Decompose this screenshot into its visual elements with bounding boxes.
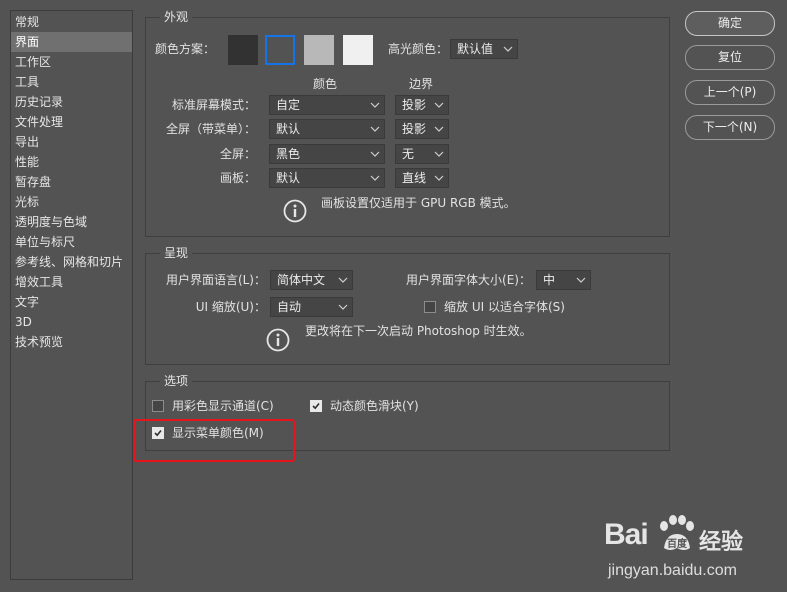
- appearance-row-label: 全屏：: [219, 147, 256, 161]
- highlight-color-label: 高光颜色：: [388, 42, 449, 56]
- chevron-down-icon: [576, 277, 586, 283]
- chevron-down-icon: [370, 126, 380, 132]
- row-color-value: 自定: [276, 98, 301, 112]
- sidebar-item[interactable]: 工作区: [15, 52, 51, 72]
- annotation-highlight-box: [133, 419, 295, 462]
- color-scheme-swatch-medium[interactable]: [304, 35, 334, 65]
- row-border-dropdown[interactable]: 投影: [395, 119, 449, 139]
- next-button[interactable]: 下一个(N): [685, 115, 775, 140]
- color-channels-checkbox[interactable]: [152, 400, 164, 412]
- chevron-down-icon: [370, 175, 380, 181]
- sidebar-item[interactable]: 历史记录: [15, 92, 63, 112]
- ui-language-label: 用户界面语言(L)：: [165, 273, 266, 287]
- chevron-down-icon: [370, 102, 380, 108]
- appearance-row-label: 画板：: [219, 171, 256, 185]
- ui-font-size-value: 中: [543, 273, 556, 287]
- chevron-down-icon: [338, 304, 348, 310]
- appearance-title: 外观: [160, 10, 193, 24]
- dynamic-sliders-checkbox[interactable]: [310, 400, 322, 412]
- sidebar-item[interactable]: 导出: [15, 132, 39, 152]
- row-border-value: 投影: [402, 122, 427, 136]
- row-color-value: 黑色: [276, 147, 301, 161]
- sidebar: 常规 界面 工作区 工具 历史记录 文件处理 导出 性能 暂存盘 光标 透明度与色域 单位与标尺 参考线…: [10, 10, 133, 580]
- color-channels-label: 用彩色显示通道(C): [172, 399, 274, 413]
- options-title: 选项: [160, 374, 193, 388]
- info-icon: [283, 199, 307, 223]
- row-border-value: 无: [402, 147, 415, 161]
- row-color-dropdown[interactable]: 黑色: [269, 144, 385, 164]
- baidu-jingyan-watermark: Bai 百度 经验 jingyan.baidu.com: [604, 512, 784, 590]
- watermark-url: jingyan.baidu.com: [608, 562, 737, 579]
- chevron-down-icon: [434, 175, 444, 181]
- chevron-down-icon: [503, 46, 513, 52]
- dynamic-sliders-label: 动态颜色滑块(Y): [330, 399, 419, 413]
- sidebar-item[interactable]: 增效工具: [15, 272, 63, 292]
- row-border-dropdown[interactable]: 无: [395, 144, 449, 164]
- sidebar-item[interactable]: 文件处理: [15, 112, 63, 132]
- presentation-title: 呈现: [160, 246, 193, 260]
- paw-icon: 百度: [660, 515, 694, 550]
- sidebar-item[interactable]: 透明度与色域: [15, 212, 87, 232]
- sidebar-item[interactable]: 工具: [15, 72, 39, 92]
- ui-language-value: 简体中文: [277, 273, 326, 287]
- sidebar-item[interactable]: 技术预览: [15, 332, 63, 352]
- presentation-info-text: 更改将在下一次启动 Photoshop 时生效。: [305, 324, 532, 338]
- row-border-value: 投影: [402, 98, 427, 112]
- row-color-dropdown[interactable]: 自定: [269, 95, 385, 115]
- scale-fit-checkbox[interactable]: [424, 301, 436, 313]
- row-border-dropdown[interactable]: 投影: [395, 95, 449, 115]
- row-color-dropdown[interactable]: 默认: [269, 119, 385, 139]
- color-scheme-label: 颜色方案：: [155, 42, 216, 56]
- sidebar-item[interactable]: 界面: [11, 32, 132, 52]
- highlight-color-dropdown[interactable]: 默认值: [450, 39, 518, 59]
- sidebar-item[interactable]: 光标: [15, 192, 39, 212]
- ui-scale-dropdown[interactable]: 自动: [270, 297, 353, 317]
- row-color-value: 默认: [276, 122, 301, 136]
- appearance-row-label: 全屏（带菜单）：: [165, 122, 256, 136]
- color-scheme-swatch-darkest[interactable]: [228, 35, 258, 65]
- sidebar-item[interactable]: 常规: [15, 12, 39, 32]
- column-header-border: 边界: [409, 77, 434, 91]
- sidebar-item[interactable]: 3D: [15, 312, 32, 332]
- column-header-color: 颜色: [313, 77, 338, 91]
- appearance-info-text: 画板设置仅适用于 GPU RGB 模式。: [321, 196, 516, 210]
- scale-fit-label: 缩放 UI 以适合字体(S): [444, 300, 565, 314]
- color-scheme-swatch-light[interactable]: [343, 35, 373, 65]
- chevron-down-icon: [338, 277, 348, 283]
- ui-scale-label: UI 缩放(U)：: [195, 300, 266, 314]
- info-icon: [266, 328, 290, 352]
- row-color-value: 默认: [276, 171, 301, 185]
- sidebar-item[interactable]: 性能: [15, 152, 39, 172]
- watermark-suffix: 经验: [699, 530, 744, 555]
- row-border-value: 直线: [402, 171, 427, 185]
- ok-button[interactable]: 确定: [685, 11, 775, 36]
- chevron-down-icon: [434, 102, 444, 108]
- ui-language-dropdown[interactable]: 简体中文: [270, 270, 353, 290]
- highlight-color-value: 默认值: [457, 42, 494, 56]
- ui-font-size-dropdown[interactable]: 中: [536, 270, 591, 290]
- reset-button[interactable]: 复位: [685, 45, 775, 70]
- ui-font-size-label: 用户界面字体大小(E)：: [406, 273, 531, 287]
- color-scheme-swatch-dark[interactable]: [265, 35, 295, 65]
- ui-scale-value: 自动: [277, 300, 302, 314]
- sidebar-item[interactable]: 单位与标尺: [15, 232, 75, 252]
- watermark-brand: Bai: [604, 518, 649, 551]
- watermark-paw-text: 百度: [667, 537, 688, 550]
- appearance-row-label: 标准屏幕模式：: [171, 98, 256, 112]
- chevron-down-icon: [370, 151, 380, 157]
- sidebar-item[interactable]: 暂存盘: [15, 172, 51, 192]
- sidebar-item[interactable]: 文字: [15, 292, 39, 312]
- chevron-down-icon: [434, 151, 444, 157]
- sidebar-item[interactable]: 参考线、网格和切片: [15, 252, 123, 272]
- chevron-down-icon: [434, 126, 444, 132]
- checkmark-icon: [312, 402, 320, 410]
- row-border-dropdown[interactable]: 直线: [395, 168, 449, 188]
- row-color-dropdown[interactable]: 默认: [269, 168, 385, 188]
- prev-button[interactable]: 上一个(P): [685, 80, 775, 105]
